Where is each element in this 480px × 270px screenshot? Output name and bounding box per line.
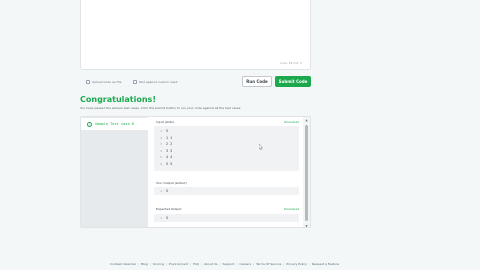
line-value: 2 2	[166, 142, 173, 147]
input-label: Input (stdin)	[156, 120, 175, 124]
custom-input-checkbox[interactable]: Test against custom input	[133, 80, 178, 84]
line-number: 1	[160, 129, 162, 134]
footer-link[interactable]: Support	[223, 262, 235, 266]
checkbox-icon[interactable]	[133, 80, 137, 84]
line-value: 3 3	[166, 148, 173, 153]
input-box: 1521 132 243 354 465 5	[154, 126, 299, 171]
line-number: 2	[160, 135, 162, 140]
footer-link[interactable]: Scoring	[153, 262, 164, 266]
test-results-panel: ✓ Sample Test case 0 Input (stdin) Downl…	[80, 116, 311, 228]
footer-separator: |	[165, 262, 167, 266]
footer-link[interactable]: Contest Calendar	[110, 262, 136, 266]
line-number: 1	[160, 216, 162, 221]
run-code-button[interactable]: Run Code	[242, 76, 272, 87]
scroll-thumb[interactable]	[305, 125, 308, 221]
line-number: 1	[160, 189, 162, 194]
line-number: 3	[160, 142, 162, 147]
scrollbar[interactable]: ▲ ▼	[303, 117, 310, 227]
code-line: 15	[154, 188, 299, 195]
footer-separator: |	[253, 262, 255, 266]
footer-link[interactable]: FAQ	[193, 262, 199, 266]
footer-link[interactable]: Privacy Policy	[286, 262, 306, 266]
result-subtitle: You have passed the sample test cases. C…	[80, 106, 242, 110]
download-input-link[interactable]: Download	[284, 120, 299, 124]
check-circle-icon: ✓	[87, 121, 92, 127]
test-case-label: Sample Test case 0	[95, 122, 134, 126]
footer-separator: |	[200, 262, 202, 266]
footer-separator: |	[138, 262, 140, 266]
line-value: 1 1	[166, 135, 173, 140]
test-case-sidebar: ✓ Sample Test case 0	[81, 117, 148, 227]
footer-separator: |	[190, 262, 192, 266]
code-line: 6 5 5	[154, 161, 299, 168]
checkbox-icon[interactable]	[86, 80, 90, 84]
submit-code-button[interactable]: Submit Code	[275, 76, 311, 87]
line-value: 5	[166, 189, 169, 194]
footer-links: Contest Calendar | Blog | Scoring | Environmen…	[110, 262, 339, 266]
upload-code-label: Upload Code as File	[92, 80, 122, 84]
line-number: 6	[160, 161, 162, 166]
test-case-details: Input (stdin) Download 1521 132 243 354 …	[148, 117, 305, 227]
expected-box: 15	[154, 214, 299, 222]
footer-separator: |	[236, 262, 238, 266]
custom-input-label: Test against custom input	[139, 80, 178, 84]
line-value: 5	[166, 216, 169, 221]
action-bar: Upload Code as File Test against custom …	[80, 76, 311, 88]
output-box: 15	[154, 187, 299, 195]
scroll-down-icon[interactable]: ▼	[304, 224, 309, 227]
test-case-tab[interactable]: ✓ Sample Test case 0	[81, 118, 148, 130]
footer-separator: |	[283, 262, 285, 266]
code-line: 15	[154, 215, 299, 222]
footer-link[interactable]: Request a Feature	[312, 262, 339, 266]
code-editor[interactable]: Line: 18 Col: 2	[80, 0, 311, 70]
line-value: 5 5	[166, 161, 173, 166]
scroll-up-icon[interactable]: ▲	[304, 118, 309, 122]
footer-separator: |	[219, 262, 221, 266]
output-label: Your Output (stdout)	[156, 181, 187, 185]
line-number: 4	[160, 148, 162, 153]
footer-link[interactable]: Terms Of Service	[256, 262, 281, 266]
expected-label: Expected Output	[156, 207, 182, 211]
line-value: 5	[166, 129, 169, 134]
download-expected-link[interactable]: Download	[284, 207, 299, 211]
footer-link[interactable]: Blog	[141, 262, 148, 266]
footer-separator: |	[308, 262, 310, 266]
footer-separator: |	[149, 262, 151, 266]
line-value: 4 4	[166, 155, 173, 160]
result-title: Congratulations!	[80, 95, 156, 104]
footer-link[interactable]: Careers	[239, 262, 251, 266]
editor-status: Line: 18 Col: 2	[280, 61, 302, 65]
footer-link[interactable]: Environment	[169, 262, 188, 266]
footer-link[interactable]: About Us	[204, 262, 218, 266]
line-number: 5	[160, 155, 162, 160]
mouse-cursor-icon	[259, 144, 263, 150]
upload-code-checkbox[interactable]: Upload Code as File	[86, 80, 121, 84]
